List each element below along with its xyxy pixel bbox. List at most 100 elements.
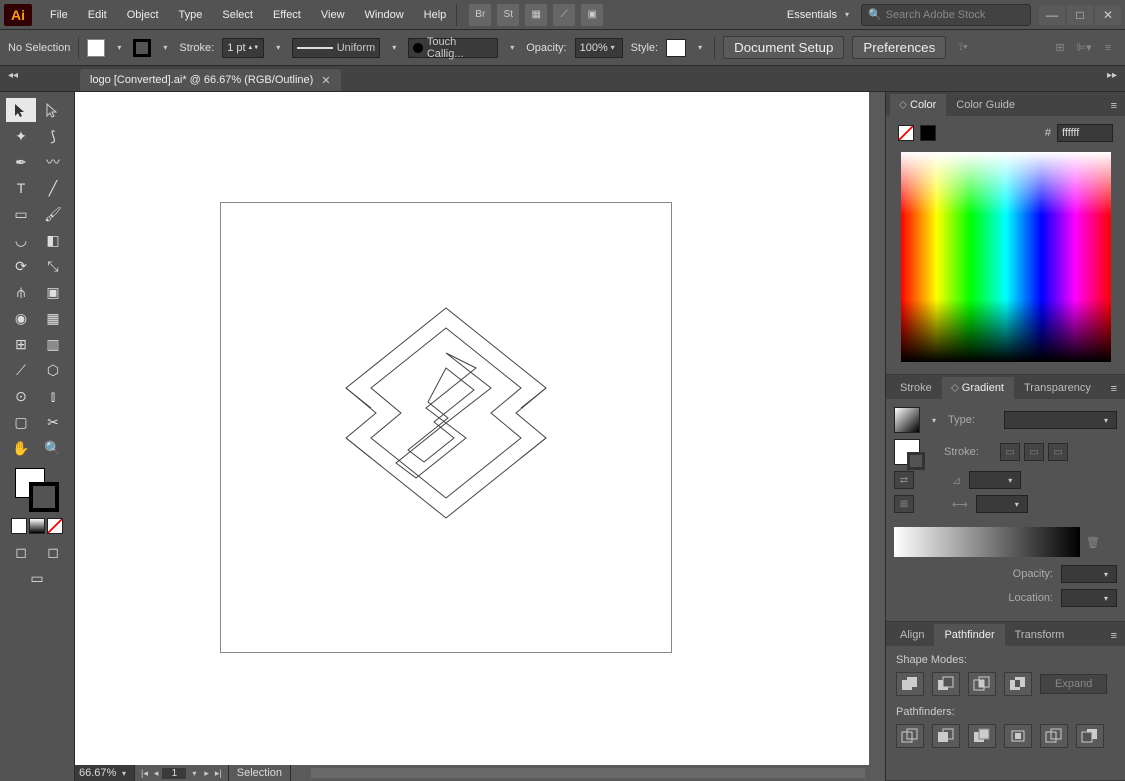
bridge-icon[interactable]: Br <box>469 4 491 26</box>
mesh-tool[interactable]: ⊞ <box>6 332 36 356</box>
artboard-number-input[interactable]: 1 <box>162 768 186 779</box>
prev-artboard-button[interactable]: ◂ <box>152 768 161 779</box>
first-artboard-button[interactable]: |◂ <box>139 768 150 779</box>
zoom-level-input[interactable]: 66.67%▾ <box>75 765 135 781</box>
reverse-gradient-icon[interactable]: ⇄ <box>894 471 914 489</box>
menu-edit[interactable]: Edit <box>78 3 117 27</box>
gpu-icon[interactable]: ⟋ <box>553 4 575 26</box>
menu-file[interactable]: File <box>40 3 78 27</box>
chevron-down-icon[interactable]: ▾ <box>272 43 284 52</box>
screen-mode[interactable]: ▭ <box>22 566 52 590</box>
lasso-tool[interactable]: ⟆ <box>38 124 68 148</box>
width-tool[interactable]: ⫛ <box>6 280 36 304</box>
next-artboard-button[interactable]: ▸ <box>202 768 211 779</box>
gradient-type-select[interactable]: ▾ <box>1004 411 1117 429</box>
tab-transform[interactable]: Transform <box>1005 624 1075 646</box>
perspective-tool[interactable]: ▦ <box>38 306 68 330</box>
canvas-area[interactable]: 66.67%▾ |◂ ◂ 1 ▾ ▸ ▸| Selection <box>75 92 885 781</box>
selection-tool[interactable] <box>6 98 36 122</box>
arrange-icon[interactable]: ▦ <box>525 4 547 26</box>
workspace-switcher[interactable]: Essentials▾ <box>779 5 861 25</box>
paintbrush-tool[interactable]: 🖌 <box>38 202 68 226</box>
type-tool[interactable]: T <box>6 176 36 200</box>
close-button[interactable]: ✕ <box>1095 5 1121 25</box>
align-to-icon[interactable]: ⟟▾ <box>954 39 972 57</box>
panel-menu-icon[interactable]: ≡ <box>1103 96 1125 116</box>
chevron-down-icon[interactable]: ▾ <box>113 43 125 52</box>
chevron-down-icon[interactable]: ▾ <box>506 43 518 52</box>
color-mode-icon[interactable] <box>11 518 27 534</box>
tab-color[interactable]: Color <box>890 94 946 116</box>
gradient-thumbnail[interactable] <box>894 407 920 433</box>
fill-stroke-control[interactable] <box>15 468 59 512</box>
hand-tool[interactable]: ✋ <box>6 436 36 460</box>
black-swatch-icon[interactable] <box>920 125 936 141</box>
draw-mode-behind[interactable]: ◻ <box>38 540 68 564</box>
menu-help[interactable]: Help <box>414 3 457 27</box>
brush-select[interactable]: Touch Callig... <box>408 38 498 58</box>
aspect-ratio-icon[interactable]: ⊞ <box>894 495 914 513</box>
zoom-tool[interactable]: 🔍 <box>38 436 68 460</box>
none-swatch-icon[interactable] <box>898 125 914 141</box>
stroke-across-icon[interactable]: ▭ <box>1048 443 1068 461</box>
menu-effect[interactable]: Effect <box>263 3 311 27</box>
trim-button[interactable] <box>932 724 960 748</box>
stock-icon[interactable]: St <box>497 4 519 26</box>
align-icon[interactable]: ⊫▾ <box>1075 39 1093 57</box>
expand-button[interactable]: Expand <box>1040 674 1107 694</box>
chevron-down-icon[interactable]: ▾ <box>159 43 171 52</box>
line-tool[interactable]: ╱ <box>38 176 68 200</box>
tab-pathfinder[interactable]: Pathfinder <box>934 624 1004 646</box>
gradient-mode-icon[interactable] <box>29 518 45 534</box>
curvature-tool[interactable]: 〰 <box>38 150 68 174</box>
intersect-button[interactable] <box>968 672 996 696</box>
rotate-tool[interactable]: ⟳ <box>6 254 36 278</box>
menu-select[interactable]: Select <box>212 3 263 27</box>
trash-icon[interactable]: 🗑 <box>1086 536 1100 549</box>
unite-button[interactable] <box>896 672 924 696</box>
chevron-down-icon[interactable]: ▾ <box>928 416 940 425</box>
graphic-style-swatch[interactable] <box>666 39 686 57</box>
tab-stroke[interactable]: Stroke <box>890 377 942 399</box>
stroke-within-icon[interactable]: ▭ <box>1000 443 1020 461</box>
scale-tool[interactable]: ⤡ <box>38 254 68 278</box>
doc-icon[interactable]: ▣ <box>581 4 603 26</box>
stop-opacity-input[interactable]: ▾ <box>1061 565 1117 583</box>
search-stock-input[interactable]: 🔍 Search Adobe Stock <box>861 4 1031 26</box>
artboard-tool[interactable]: ▢ <box>6 410 36 434</box>
last-artboard-button[interactable]: ▸| <box>213 768 224 779</box>
blend-tool[interactable]: ⬡ <box>38 358 68 382</box>
crop-button[interactable] <box>1004 724 1032 748</box>
chevron-down-icon[interactable]: ▾ <box>388 43 400 52</box>
color-spectrum[interactable] <box>901 152 1111 362</box>
gradient-fill-stroke[interactable] <box>894 439 920 465</box>
fill-swatch[interactable] <box>87 39 105 57</box>
stroke-color-swatch[interactable] <box>29 482 59 512</box>
menu-type[interactable]: Type <box>169 3 213 27</box>
merge-button[interactable] <box>968 724 996 748</box>
hex-input[interactable] <box>1057 124 1113 142</box>
divide-button[interactable] <box>896 724 924 748</box>
preferences-button[interactable]: Preferences <box>852 36 946 59</box>
rectangle-tool[interactable]: ▭ <box>6 202 36 226</box>
free-transform-tool[interactable]: ▣ <box>38 280 68 304</box>
menu-view[interactable]: View <box>311 3 355 27</box>
stroke-swatch[interactable] <box>133 39 151 57</box>
slice-tool[interactable]: ✂ <box>38 410 68 434</box>
stroke-weight-input[interactable]: 1 pt▲▼ <box>222 38 264 58</box>
eyedropper-tool[interactable]: ⟋ <box>6 358 36 382</box>
gradient-tool[interactable]: ▥ <box>38 332 68 356</box>
menu-window[interactable]: Window <box>355 3 414 27</box>
graph-tool[interactable]: ⫾ <box>38 384 68 408</box>
pen-tool[interactable]: ✒ <box>6 150 36 174</box>
document-setup-button[interactable]: Document Setup <box>723 36 844 59</box>
app-logo[interactable]: Ai <box>4 4 32 26</box>
tab-align[interactable]: Align <box>890 624 934 646</box>
vertical-scrollbar[interactable] <box>869 92 885 765</box>
stroke-profile-select[interactable]: Uniform <box>292 38 380 58</box>
collapse-right-icon[interactable]: ▸▸ <box>1107 70 1117 81</box>
angle-input[interactable]: ▾ <box>969 471 1021 489</box>
shape-builder-tool[interactable]: ◉ <box>6 306 36 330</box>
gradient-slider[interactable] <box>894 527 1080 557</box>
panel-menu-icon[interactable]: ≡ <box>1103 626 1125 646</box>
